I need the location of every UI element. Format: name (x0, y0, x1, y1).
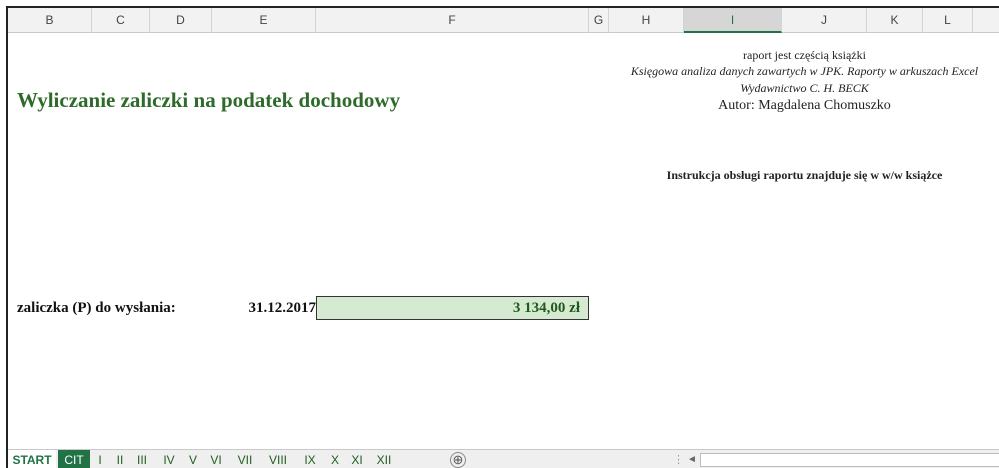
column-header-e[interactable]: E (212, 8, 316, 33)
advance-label-cell[interactable]: zaliczka (P) do wysłania: (17, 300, 176, 317)
sheet-tab-bar: START CIT I II III IV V VI VII VIII IX X XI XII ⊕ ⋮ ◄ (8, 449, 999, 468)
sheet-tab-vi[interactable]: VI (204, 450, 228, 468)
add-sheet-icon[interactable]: ⊕ (450, 452, 466, 468)
spreadsheet-window: BCDEFGHIJKL Wyliczanie zaliczki na podat… (6, 6, 999, 468)
scroll-left-icon[interactable]: ◄ (687, 450, 697, 468)
horizontal-scrollbar[interactable] (700, 453, 999, 467)
sheet-tab-ix[interactable]: IX (296, 450, 324, 468)
author-line: Autor: Magdalena Chomuszko (718, 98, 891, 113)
sheet-tab-xi[interactable]: XI (346, 450, 368, 468)
sheet-tab-i[interactable]: I (92, 450, 108, 468)
sheet-tab-viii[interactable]: VIII (262, 450, 294, 468)
sheet-title: Wyliczanie zaliczki na podatek dochodowy (17, 88, 401, 112)
sheet-tab-x[interactable]: X (326, 450, 344, 468)
column-header-d[interactable]: D (150, 8, 212, 33)
sheet-tab-v[interactable]: V (184, 450, 202, 468)
column-header-c[interactable]: C (92, 8, 150, 33)
column-header-j[interactable]: J (782, 8, 867, 33)
book-title-line: Księgowa analiza danych zawartych w JPK.… (630, 64, 979, 78)
column-header-i[interactable]: I (684, 8, 782, 33)
column-header-h[interactable]: H (609, 8, 684, 33)
tab-split-handle-icon[interactable]: ⋮ (673, 450, 684, 468)
sheet-tab-cit[interactable]: CIT (58, 450, 90, 468)
sheet-tab-start[interactable]: START (8, 450, 56, 468)
column-header-l[interactable]: L (923, 8, 973, 33)
column-header-row: BCDEFGHIJKL (8, 8, 999, 33)
book-info-line: raport jest częścią książki (743, 48, 866, 62)
column-header-k[interactable]: K (867, 8, 923, 33)
sheet-tab-ii[interactable]: II (110, 450, 130, 468)
advance-amount-cell[interactable]: 3 134,00 zł (316, 296, 589, 320)
advance-date-cell[interactable]: 31.12.2017 (168, 300, 317, 317)
publisher-line: Wydawnictwo C. H. BECK (740, 81, 869, 95)
sheet-tab-iii[interactable]: III (130, 450, 154, 468)
sheet-tab-vii[interactable]: VII (230, 450, 260, 468)
column-header-g[interactable]: G (589, 8, 609, 33)
column-header-f[interactable]: F (316, 8, 589, 33)
instruction-note: Instrukcja obsługi raportu znajduje się … (666, 168, 943, 182)
sheet-tab-iv[interactable]: IV (156, 450, 182, 468)
sheet-tab-xii[interactable]: XII (370, 450, 398, 468)
column-header-b[interactable]: B (8, 8, 92, 33)
